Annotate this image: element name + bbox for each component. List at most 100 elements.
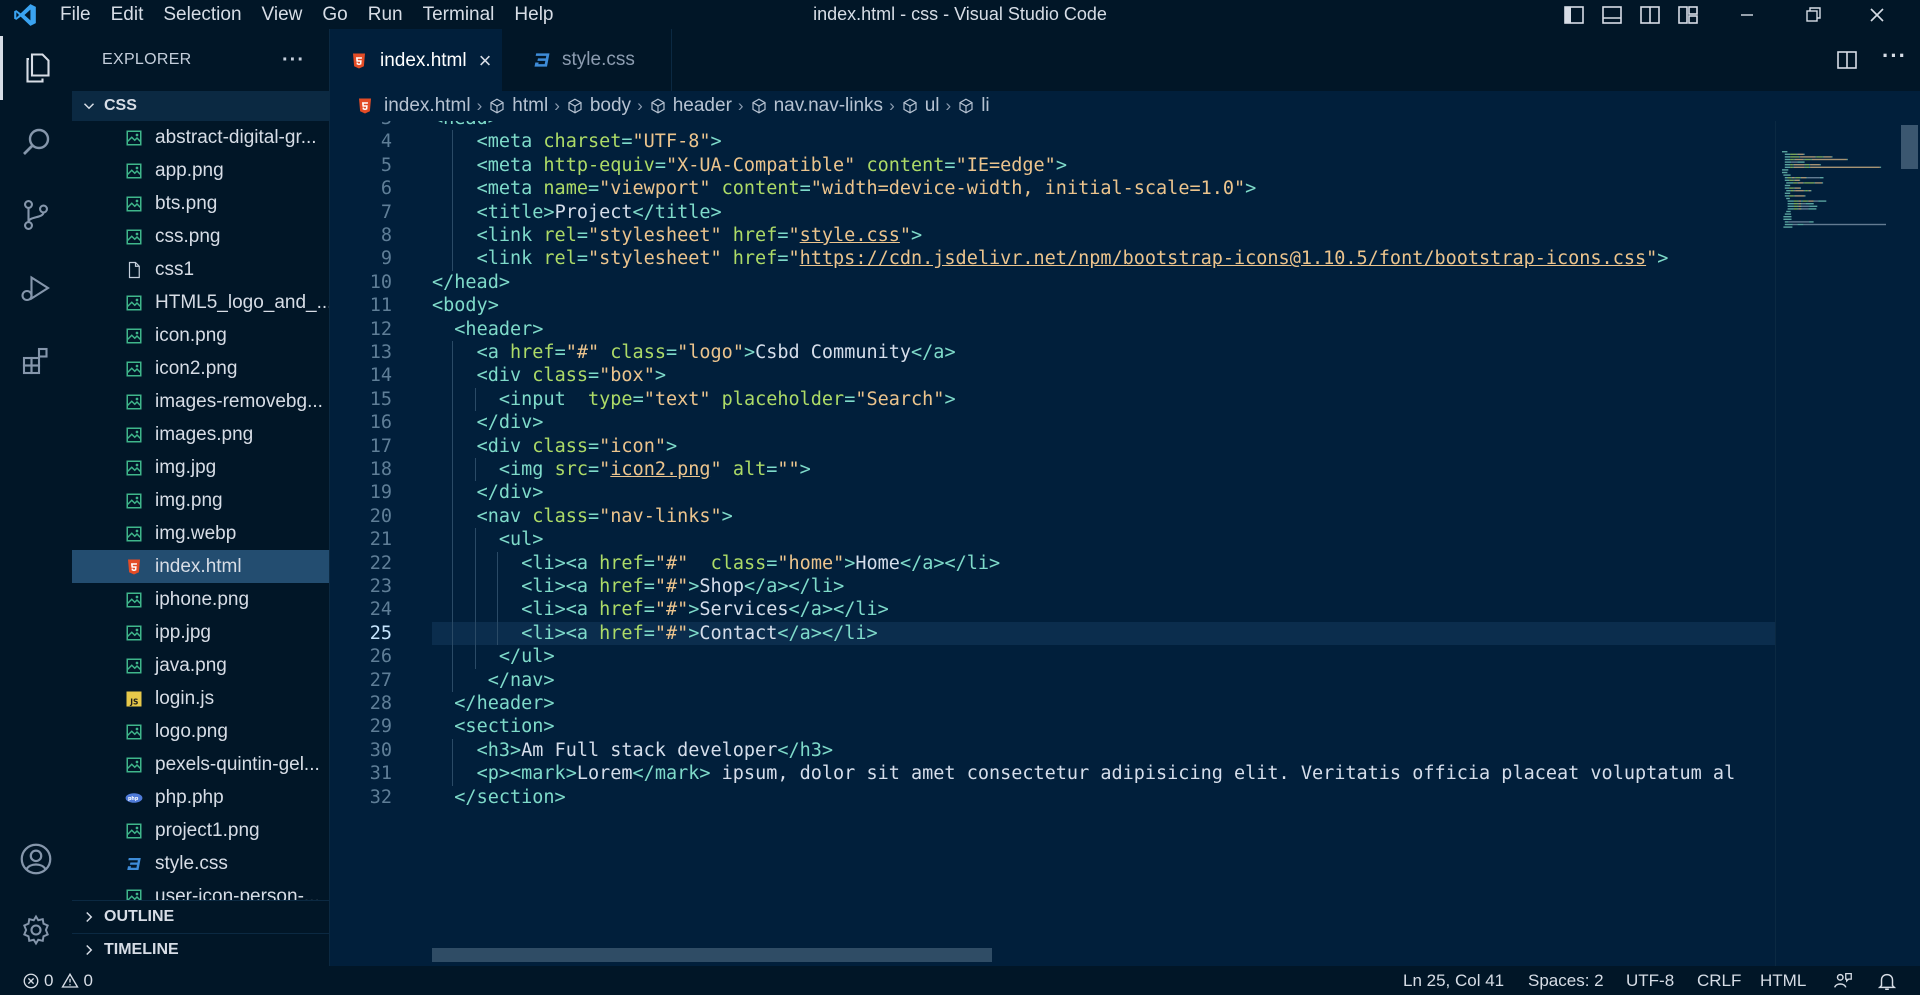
problems-indicator[interactable]: 0 0 bbox=[22, 966, 93, 995]
folder-css[interactable]: CSS bbox=[72, 91, 329, 121]
menu-selection[interactable]: Selection bbox=[153, 0, 251, 29]
code-line[interactable]: 17 <div class="icon"> bbox=[330, 434, 1775, 458]
file-item[interactable]: iphone.png bbox=[72, 583, 329, 616]
breadcrumb-item[interactable]: html bbox=[488, 95, 548, 117]
toggle-secondary-sidebar-icon[interactable] bbox=[1638, 3, 1662, 27]
minimize-icon[interactable] bbox=[1735, 3, 1759, 27]
breadcrumb-file[interactable]: index.html bbox=[330, 95, 471, 117]
explorer-more-actions-icon[interactable]: ··· bbox=[282, 49, 305, 72]
indentation[interactable]: Spaces: 2 bbox=[1528, 966, 1604, 995]
menu-file[interactable]: File bbox=[50, 0, 101, 29]
toggle-primary-sidebar-icon[interactable] bbox=[1562, 3, 1586, 27]
code-line[interactable]: 11 <body> bbox=[330, 294, 1775, 317]
file-item[interactable]: icon.png bbox=[72, 319, 329, 352]
menu-help[interactable]: Help bbox=[504, 0, 563, 29]
account-icon[interactable] bbox=[0, 827, 72, 891]
file-item[interactable]: css1 bbox=[72, 253, 329, 286]
file-item[interactable]: pexels-quintin-gel... bbox=[72, 748, 329, 781]
file-item[interactable]: abstract-digital-gr... bbox=[72, 121, 329, 154]
search-icon[interactable] bbox=[0, 110, 72, 174]
toggle-panel-icon[interactable] bbox=[1600, 3, 1624, 27]
code-line[interactable]: 6 <meta name="viewport" content="width=de… bbox=[330, 177, 1775, 201]
code-line[interactable]: 10 </head> bbox=[330, 271, 1775, 294]
breadcrumb-item[interactable]: body bbox=[566, 95, 631, 117]
manage-gear-icon[interactable] bbox=[0, 898, 72, 962]
code-line[interactable]: 4 <meta charset="UTF-8"> bbox=[330, 130, 1775, 154]
feedback-icon[interactable] bbox=[1832, 970, 1854, 992]
close-window-icon[interactable] bbox=[1865, 3, 1889, 27]
file-item[interactable]: user-icon-person-... bbox=[72, 880, 329, 900]
file-item[interactable]: project1.png bbox=[72, 814, 329, 847]
file-item[interactable]: img.jpg bbox=[72, 451, 329, 484]
file-item[interactable]: JS login.js bbox=[72, 682, 329, 715]
code-line[interactable]: 8 <link rel="stylesheet" href="style.css"… bbox=[330, 224, 1775, 248]
file-item[interactable]: css.png bbox=[72, 220, 329, 253]
menu-run[interactable]: Run bbox=[358, 0, 413, 29]
breadcrumb-item[interactable]: header bbox=[649, 95, 732, 117]
restore-icon[interactable] bbox=[1801, 3, 1825, 27]
code-line[interactable]: 3 <head> bbox=[330, 121, 1775, 130]
file-item[interactable]: img.png bbox=[72, 484, 329, 517]
file-item[interactable]: HTML5_logo_and_... bbox=[72, 286, 329, 319]
vertical-scrollbar[interactable] bbox=[1899, 121, 1920, 966]
file-item[interactable]: app.png bbox=[72, 154, 329, 187]
code-line[interactable]: 21 <ul> bbox=[330, 528, 1775, 552]
customize-layout-icon[interactable] bbox=[1676, 3, 1700, 27]
cursor-position[interactable]: Ln 25, Col 41 bbox=[1403, 966, 1504, 995]
code-line[interactable]: 18 <img src="icon2.png" alt=""> bbox=[330, 458, 1775, 482]
code-line[interactable]: 32 </section> bbox=[330, 786, 1775, 809]
code-line[interactable]: 29 <section> bbox=[330, 715, 1775, 738]
end-of-line[interactable]: CRLF bbox=[1697, 966, 1741, 995]
code-line[interactable]: 25 <li><a href="#">Contact</a></li> bbox=[330, 621, 1775, 646]
code-line[interactable]: 12 <header> bbox=[330, 318, 1775, 341]
file-item[interactable]: logo.png bbox=[72, 715, 329, 748]
code-line[interactable]: 7 <title>Project</title> bbox=[330, 200, 1775, 224]
code-line[interactable]: 23 <li><a href="#">Shop</a></li> bbox=[330, 575, 1775, 599]
language-mode[interactable]: HTML bbox=[1760, 966, 1806, 995]
code-line[interactable]: 26 </ul> bbox=[330, 645, 1775, 669]
split-editor-icon[interactable] bbox=[1835, 48, 1859, 72]
file-item[interactable]: style.css bbox=[72, 847, 329, 880]
minimap[interactable] bbox=[1775, 121, 1898, 966]
tab-style-css[interactable]: style.css bbox=[502, 29, 672, 91]
encoding[interactable]: UTF-8 bbox=[1626, 966, 1674, 995]
code-line[interactable]: 24 <li><a href="#">Services</a></li> bbox=[330, 598, 1775, 622]
explorer-icon[interactable] bbox=[0, 36, 72, 100]
code-line[interactable]: 13 <a href="#" class="logo">Csbd Communit… bbox=[330, 341, 1775, 365]
code-editor[interactable]: 3<head>4<meta charset="UTF-8">5<meta htt… bbox=[330, 121, 1775, 966]
menu-edit[interactable]: Edit bbox=[101, 0, 154, 29]
code-line[interactable]: 27 </nav> bbox=[330, 668, 1775, 692]
horizontal-scrollbar[interactable] bbox=[432, 948, 992, 962]
file-item[interactable]: php php.php bbox=[72, 781, 329, 814]
code-line[interactable]: 5 <meta http-equiv="X-UA-Compatible" cont… bbox=[330, 153, 1775, 178]
file-item[interactable]: images-removebg... bbox=[72, 385, 329, 418]
file-item[interactable]: bts.png bbox=[72, 187, 329, 220]
code-line[interactable]: 20 <nav class="nav-links"> bbox=[330, 504, 1775, 529]
menu-terminal[interactable]: Terminal bbox=[413, 0, 505, 29]
notifications-bell-icon[interactable] bbox=[1876, 970, 1898, 992]
file-item[interactable]: images.png bbox=[72, 418, 329, 451]
breadcrumb-item[interactable]: li bbox=[957, 95, 990, 117]
menu-go[interactable]: Go bbox=[312, 0, 357, 29]
code-line[interactable]: 9 <link rel="stylesheet" href="https://cd… bbox=[330, 247, 1775, 271]
close-tab-icon[interactable]: × bbox=[479, 48, 492, 74]
code-line[interactable]: 14 <div class="box"> bbox=[330, 364, 1775, 388]
code-line[interactable]: 31 <p><mark>Lorem</mark> ipsum, dolor sit… bbox=[330, 762, 1775, 786]
code-line[interactable]: 28 </header> bbox=[330, 692, 1775, 715]
breadcrumb-item[interactable]: nav.nav-links bbox=[750, 95, 883, 117]
code-line[interactable]: 16 </div> bbox=[330, 411, 1775, 435]
file-item[interactable]: img.webp bbox=[72, 517, 329, 550]
file-item[interactable]: java.png bbox=[72, 649, 329, 682]
file-item[interactable]: ipp.jpg bbox=[72, 616, 329, 649]
code-line[interactable]: 19 </div> bbox=[330, 481, 1775, 505]
run-debug-icon[interactable] bbox=[0, 256, 72, 320]
code-line[interactable]: 15 <input type="text" placeholder="Search… bbox=[330, 387, 1775, 412]
source-control-icon[interactable] bbox=[0, 183, 72, 247]
timeline-panel-header[interactable]: TIMELINE bbox=[72, 933, 329, 966]
code-line[interactable]: 22 <li><a href="#" class="home">Home</a><… bbox=[330, 551, 1775, 575]
breadcrumb-item[interactable]: ul bbox=[901, 95, 940, 117]
tab-index-html[interactable]: index.html × bbox=[330, 29, 502, 91]
editor-more-actions-icon[interactable]: ··· bbox=[1882, 43, 1907, 69]
extensions-icon[interactable] bbox=[0, 329, 72, 393]
outline-panel-header[interactable]: OUTLINE bbox=[72, 900, 329, 933]
